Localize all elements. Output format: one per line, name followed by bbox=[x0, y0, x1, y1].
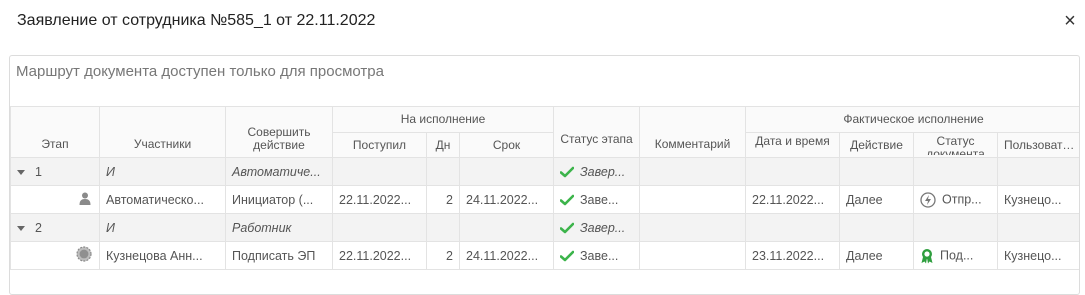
dialog-title: Заявление от сотрудника №585_1 от 22.11.… bbox=[17, 12, 376, 29]
table-row[interactable]: Автоматическо... Инициатор (... 22.11.20… bbox=[10, 185, 1079, 214]
stage-cell[interactable]: 1 bbox=[10, 157, 100, 186]
table-row-stage-group[interactable]: 1 И Автоматиче... Завер... bbox=[10, 157, 1079, 186]
user-cell: Кузнецо... bbox=[996, 185, 1079, 214]
col-participants[interactable]: Участники bbox=[99, 106, 226, 158]
route-panel: Маршрут документа доступен только для пр… bbox=[9, 55, 1080, 295]
lightning-circle-icon bbox=[920, 191, 936, 208]
stage-status-cell: Завер... bbox=[553, 157, 640, 186]
days-cell bbox=[426, 157, 460, 186]
action-cell: Автоматиче... bbox=[225, 157, 333, 186]
participants-cell: И bbox=[99, 157, 226, 186]
participant-icon-cell bbox=[10, 241, 100, 270]
collapse-caret-icon[interactable] bbox=[17, 169, 25, 175]
readonly-notice: Маршрут документа доступен только для пр… bbox=[16, 63, 384, 80]
action-cell: Работник bbox=[225, 213, 333, 242]
datetime-cell: 22.11.2022... bbox=[745, 185, 840, 214]
comment-cell bbox=[639, 157, 746, 186]
check-icon bbox=[560, 166, 574, 178]
participant-icon-cell bbox=[10, 185, 100, 214]
col-days[interactable]: Дн bbox=[426, 132, 460, 158]
action-cell: Инициатор (... bbox=[225, 185, 333, 214]
user-avatar-icon bbox=[76, 246, 92, 265]
col-stage[interactable]: Этап bbox=[10, 106, 100, 158]
collapse-caret-icon[interactable] bbox=[17, 225, 25, 231]
action-done-cell: Далее bbox=[839, 241, 914, 270]
participants-cell: И bbox=[99, 213, 226, 242]
days-cell: 2 bbox=[426, 185, 460, 214]
datetime-cell bbox=[745, 213, 840, 242]
comment-cell bbox=[639, 185, 746, 214]
deadline-cell bbox=[459, 213, 554, 242]
table-row-stage-group[interactable]: 2 И Работник Завер... bbox=[10, 213, 1079, 242]
col-datetime[interactable]: Дата и время bbox=[745, 132, 840, 158]
comment-cell bbox=[639, 241, 746, 270]
col-user[interactable]: Пользовате... bbox=[996, 132, 1079, 158]
check-icon bbox=[560, 250, 574, 262]
stage-status-cell: Завер... bbox=[553, 213, 640, 242]
stage-cell[interactable]: 2 bbox=[10, 213, 100, 242]
user-cell bbox=[996, 157, 1079, 186]
received-cell: 22.11.2022... bbox=[332, 241, 427, 270]
close-button[interactable]: × bbox=[1059, 8, 1081, 34]
doc-status-cell bbox=[913, 213, 998, 242]
doc-status-cell bbox=[913, 157, 998, 186]
user-cell: Кузнецо... bbox=[996, 241, 1079, 270]
col-group-on-execution: На исполнение bbox=[332, 106, 554, 133]
col-received[interactable]: Поступил bbox=[332, 132, 427, 158]
table-row[interactable]: Кузнецова Анн... Подписать ЭП 22.11.2022… bbox=[10, 241, 1079, 270]
check-icon bbox=[560, 194, 574, 206]
datetime-cell bbox=[745, 157, 840, 186]
action-done-cell bbox=[839, 213, 914, 242]
participants-cell: Автоматическо... bbox=[99, 185, 226, 214]
action-cell: Подписать ЭП bbox=[225, 241, 333, 270]
participants-cell: Кузнецова Анн... bbox=[99, 241, 226, 270]
doc-status-cell: Отпр... bbox=[913, 185, 998, 214]
received-cell: 22.11.2022... bbox=[332, 185, 427, 214]
user-cell bbox=[996, 213, 1079, 242]
action-done-cell bbox=[839, 157, 914, 186]
days-cell: 2 bbox=[426, 241, 460, 270]
deadline-cell bbox=[459, 157, 554, 186]
datetime-cell: 23.11.2022... bbox=[745, 241, 840, 270]
col-action-done[interactable]: Действие bbox=[839, 132, 914, 158]
stage-status-cell: Заве... bbox=[553, 185, 640, 214]
deadline-cell: 24.11.2022... bbox=[459, 185, 554, 214]
received-cell bbox=[332, 157, 427, 186]
route-table: Этап Участники Совершить действие На исп… bbox=[10, 106, 1079, 270]
comment-cell bbox=[639, 213, 746, 242]
days-cell bbox=[426, 213, 460, 242]
action-done-cell: Далее bbox=[839, 185, 914, 214]
col-deadline[interactable]: Срок bbox=[459, 132, 554, 158]
col-comment[interactable]: Комментарий bbox=[639, 106, 746, 158]
check-icon bbox=[560, 222, 574, 234]
col-stage-status[interactable]: Статус этапа bbox=[553, 106, 640, 158]
col-action[interactable]: Совершить действие bbox=[225, 106, 333, 158]
person-icon bbox=[79, 192, 91, 208]
deadline-cell: 24.11.2022... bbox=[459, 241, 554, 270]
col-doc-status[interactable]: Статус документа bbox=[913, 132, 998, 158]
received-cell bbox=[332, 213, 427, 242]
col-group-actual-execution: Фактическое исполнение bbox=[744, 106, 1079, 133]
award-badge-icon bbox=[920, 248, 934, 264]
stage-status-cell: Заве... bbox=[553, 241, 640, 270]
doc-status-cell: Под... bbox=[913, 241, 998, 270]
